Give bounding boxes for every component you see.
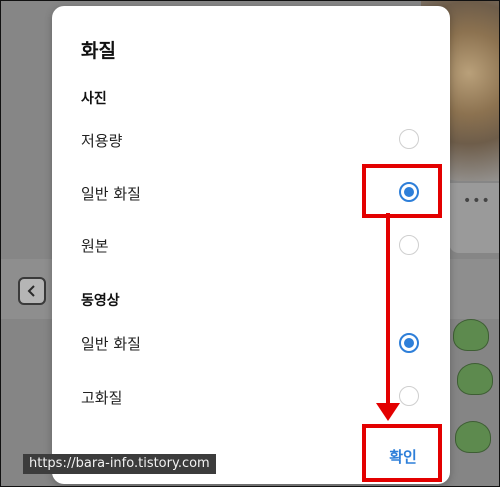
- annotation-arrow-head: [376, 403, 400, 421]
- highlight-box-confirm: [362, 424, 442, 482]
- radio-button[interactable]: [399, 386, 419, 406]
- option-label: 고화질: [81, 389, 123, 407]
- chevron-left-icon: [18, 277, 46, 305]
- dialog-title: 화질: [81, 40, 116, 62]
- chevron-left-glyph: [27, 285, 35, 297]
- option-label: 원본: [81, 237, 109, 255]
- watermark-url: https://bara-info.tistory.com: [23, 454, 216, 474]
- radio-button[interactable]: [399, 129, 419, 149]
- sticker-list: [447, 317, 499, 477]
- option-label: 일반 화질: [81, 335, 141, 353]
- photo-section-heading: 사진: [81, 91, 107, 107]
- annotation-arrow-line: [386, 213, 390, 409]
- frog-sticker: [457, 363, 493, 395]
- frog-sticker: [453, 319, 489, 351]
- radio-button-selected[interactable]: [399, 333, 419, 353]
- highlight-box-photo-normal: [362, 164, 442, 218]
- radio-button[interactable]: [399, 235, 419, 255]
- screen: ••• 화질 사진 저용량 일반 화질 원본 동영상 일반 화질 고화질 확인 …: [0, 0, 500, 487]
- option-label: 저용량: [81, 132, 123, 150]
- option-label: 일반 화질: [81, 185, 141, 203]
- frog-sticker: [455, 421, 491, 453]
- video-section-heading: 동영상: [81, 293, 120, 309]
- more-dots-icon: •••: [463, 193, 491, 209]
